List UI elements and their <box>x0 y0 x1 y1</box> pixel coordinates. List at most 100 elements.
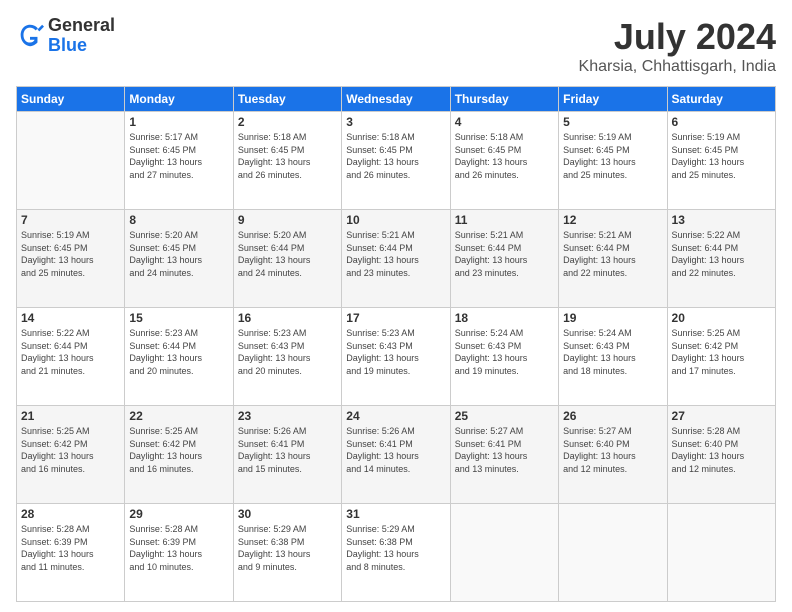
day-number: 6 <box>672 115 771 129</box>
day-info: Sunrise: 5:21 AM Sunset: 6:44 PM Dayligh… <box>455 229 554 279</box>
calendar-cell: 28 Sunrise: 5:28 AM Sunset: 6:39 PM Dayli… <box>17 504 125 602</box>
calendar-cell: 9Sunrise: 5:20 AM Sunset: 6:44 PM Daylig… <box>233 210 341 308</box>
calendar-cell: 29 Sunrise: 5:28 AM Sunset: 6:39 PM Dayli… <box>125 504 233 602</box>
day-info: Sunrise: 5:22 AM Sunset: 6:44 PM Dayligh… <box>672 229 771 279</box>
day-info: Sunrise: 5:18 AM Sunset: 6:45 PM Dayligh… <box>346 131 445 181</box>
day-info: Sunrise: 5:23 AM Sunset: 6:44 PM Dayligh… <box>129 327 228 377</box>
day-info: Sunrise: 5:19 AM Sunset: 6:45 PM Dayligh… <box>672 131 771 181</box>
calendar-cell <box>559 504 667 602</box>
day-info: Sunrise: 5:25 AM Sunset: 6:42 PM Dayligh… <box>672 327 771 377</box>
day-info: Sunrise: 5:19 AM Sunset: 6:45 PM Dayligh… <box>21 229 120 279</box>
weekday-row: SundayMondayTuesdayWednesdayThursdayFrid… <box>17 87 776 112</box>
day-number: 16 <box>238 311 337 325</box>
weekday-header: Sunday <box>17 87 125 112</box>
day-number: 3 <box>346 115 445 129</box>
calendar-cell: 20 Sunrise: 5:25 AM Sunset: 6:42 PM Dayli… <box>667 308 775 406</box>
calendar-cell: 19Sunrise: 5:24 AM Sunset: 6:43 PM Dayli… <box>559 308 667 406</box>
day-number: 29 <box>129 507 228 521</box>
calendar-cell: 15 Sunrise: 5:23 AM Sunset: 6:44 PM Dayli… <box>125 308 233 406</box>
day-number: 23 <box>238 409 337 423</box>
weekday-header: Tuesday <box>233 87 341 112</box>
day-number: 27 <box>672 409 771 423</box>
calendar-cell <box>667 504 775 602</box>
day-info: Sunrise: 5:25 AM Sunset: 6:42 PM Dayligh… <box>21 425 120 475</box>
calendar-cell: 17Sunrise: 5:23 AM Sunset: 6:43 PM Dayli… <box>342 308 450 406</box>
day-info: Sunrise: 5:26 AM Sunset: 6:41 PM Dayligh… <box>346 425 445 475</box>
calendar-cell: 12 Sunrise: 5:21 AM Sunset: 6:44 PM Dayli… <box>559 210 667 308</box>
day-info: Sunrise: 5:27 AM Sunset: 6:40 PM Dayligh… <box>563 425 662 475</box>
day-number: 21 <box>21 409 120 423</box>
calendar-week-row: 21 Sunrise: 5:25 AM Sunset: 6:42 PM Dayli… <box>17 406 776 504</box>
main-title: July 2024 <box>579 16 776 58</box>
calendar-cell: 18 Sunrise: 5:24 AM Sunset: 6:43 PM Dayli… <box>450 308 558 406</box>
day-info: Sunrise: 5:17 AM Sunset: 6:45 PM Dayligh… <box>129 131 228 181</box>
day-info: Sunrise: 5:23 AM Sunset: 6:43 PM Dayligh… <box>346 327 445 377</box>
day-info: Sunrise: 5:23 AM Sunset: 6:43 PM Dayligh… <box>238 327 337 377</box>
weekday-header: Friday <box>559 87 667 112</box>
title-block: July 2024 Kharsia, Chhattisgarh, India <box>579 16 776 76</box>
day-info: Sunrise: 5:28 AM Sunset: 6:39 PM Dayligh… <box>21 523 120 573</box>
day-info: Sunrise: 5:20 AM Sunset: 6:45 PM Dayligh… <box>129 229 228 279</box>
calendar-cell: 6 Sunrise: 5:19 AM Sunset: 6:45 PM Daylig… <box>667 112 775 210</box>
calendar-cell <box>17 112 125 210</box>
calendar-cell: 25Sunrise: 5:27 AM Sunset: 6:41 PM Dayli… <box>450 406 558 504</box>
day-number: 18 <box>455 311 554 325</box>
calendar-week-row: 7 Sunrise: 5:19 AM Sunset: 6:45 PM Daylig… <box>17 210 776 308</box>
calendar-cell: 16 Sunrise: 5:23 AM Sunset: 6:43 PM Dayli… <box>233 308 341 406</box>
calendar-cell: 14Sunrise: 5:22 AM Sunset: 6:44 PM Dayli… <box>17 308 125 406</box>
day-number: 1 <box>129 115 228 129</box>
day-info: Sunrise: 5:18 AM Sunset: 6:45 PM Dayligh… <box>238 131 337 181</box>
day-number: 24 <box>346 409 445 423</box>
calendar-cell: 13 Sunrise: 5:22 AM Sunset: 6:44 PM Dayli… <box>667 210 775 308</box>
day-number: 20 <box>672 311 771 325</box>
day-number: 31 <box>346 507 445 521</box>
day-info: Sunrise: 5:28 AM Sunset: 6:39 PM Dayligh… <box>129 523 228 573</box>
calendar-cell: 23 Sunrise: 5:26 AM Sunset: 6:41 PM Dayli… <box>233 406 341 504</box>
day-info: Sunrise: 5:29 AM Sunset: 6:38 PM Dayligh… <box>238 523 337 573</box>
calendar-header: SundayMondayTuesdayWednesdayThursdayFrid… <box>17 87 776 112</box>
day-info: Sunrise: 5:28 AM Sunset: 6:40 PM Dayligh… <box>672 425 771 475</box>
weekday-header: Thursday <box>450 87 558 112</box>
day-number: 4 <box>455 115 554 129</box>
calendar-cell: 22Sunrise: 5:25 AM Sunset: 6:42 PM Dayli… <box>125 406 233 504</box>
calendar-cell: 10 Sunrise: 5:21 AM Sunset: 6:44 PM Dayli… <box>342 210 450 308</box>
calendar: SundayMondayTuesdayWednesdayThursdayFrid… <box>16 86 776 602</box>
calendar-week-row: 1 Sunrise: 5:17 AM Sunset: 6:45 PM Daylig… <box>17 112 776 210</box>
calendar-cell: 7 Sunrise: 5:19 AM Sunset: 6:45 PM Daylig… <box>17 210 125 308</box>
logo: General Blue <box>16 16 115 56</box>
day-info: Sunrise: 5:24 AM Sunset: 6:43 PM Dayligh… <box>563 327 662 377</box>
day-info: Sunrise: 5:21 AM Sunset: 6:44 PM Dayligh… <box>563 229 662 279</box>
day-info: Sunrise: 5:26 AM Sunset: 6:41 PM Dayligh… <box>238 425 337 475</box>
day-number: 5 <box>563 115 662 129</box>
calendar-cell <box>450 504 558 602</box>
day-info: Sunrise: 5:29 AM Sunset: 6:38 PM Dayligh… <box>346 523 445 573</box>
day-number: 22 <box>129 409 228 423</box>
day-info: Sunrise: 5:21 AM Sunset: 6:44 PM Dayligh… <box>346 229 445 279</box>
logo-icon <box>16 22 44 50</box>
weekday-header: Wednesday <box>342 87 450 112</box>
weekday-header: Saturday <box>667 87 775 112</box>
day-number: 7 <box>21 213 120 227</box>
day-number: 26 <box>563 409 662 423</box>
calendar-cell: 5Sunrise: 5:19 AM Sunset: 6:45 PM Daylig… <box>559 112 667 210</box>
calendar-cell: 26 Sunrise: 5:27 AM Sunset: 6:40 PM Dayli… <box>559 406 667 504</box>
header: General Blue July 2024 Kharsia, Chhattis… <box>16 16 776 76</box>
day-number: 11 <box>455 213 554 227</box>
calendar-cell: 8 Sunrise: 5:20 AM Sunset: 6:45 PM Daylig… <box>125 210 233 308</box>
weekday-header: Monday <box>125 87 233 112</box>
day-number: 10 <box>346 213 445 227</box>
day-number: 12 <box>563 213 662 227</box>
day-number: 9 <box>238 213 337 227</box>
day-number: 15 <box>129 311 228 325</box>
calendar-cell: 1 Sunrise: 5:17 AM Sunset: 6:45 PM Daylig… <box>125 112 233 210</box>
day-number: 30 <box>238 507 337 521</box>
calendar-cell: 27 Sunrise: 5:28 AM Sunset: 6:40 PM Dayli… <box>667 406 775 504</box>
day-number: 8 <box>129 213 228 227</box>
calendar-body: 1 Sunrise: 5:17 AM Sunset: 6:45 PM Daylig… <box>17 112 776 602</box>
day-number: 25 <box>455 409 554 423</box>
day-number: 28 <box>21 507 120 521</box>
day-info: Sunrise: 5:24 AM Sunset: 6:43 PM Dayligh… <box>455 327 554 377</box>
day-number: 13 <box>672 213 771 227</box>
calendar-cell: 31 Sunrise: 5:29 AM Sunset: 6:38 PM Dayli… <box>342 504 450 602</box>
calendar-cell: 2Sunrise: 5:18 AM Sunset: 6:45 PM Daylig… <box>233 112 341 210</box>
